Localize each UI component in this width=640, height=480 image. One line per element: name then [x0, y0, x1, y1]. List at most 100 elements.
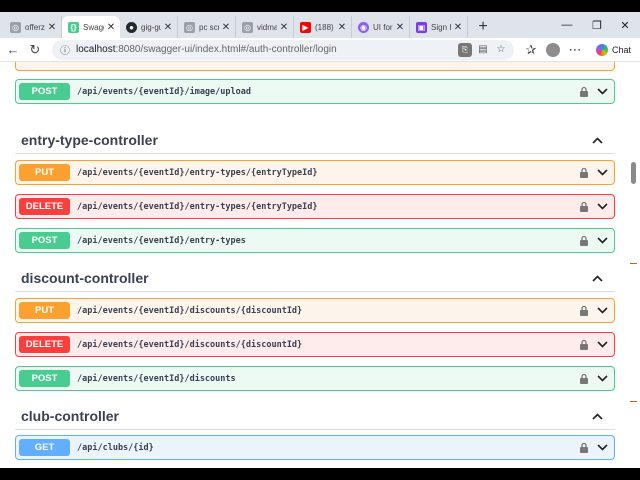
- search-icon: ◎: [184, 21, 195, 33]
- method-badge: DELETE: [19, 336, 70, 353]
- close-icon[interactable]: ✕: [395, 22, 405, 33]
- tag-title: entry-type-controller: [21, 132, 158, 148]
- info-icon[interactable]: ⓘ: [58, 43, 72, 57]
- chevron-down-icon[interactable]: [596, 167, 608, 179]
- chevron-up-icon[interactable]: [591, 410, 603, 422]
- close-icon[interactable]: ✕: [279, 22, 289, 33]
- operation-path: /api/events/{eventId}/discounts/{discoun…: [77, 339, 303, 350]
- close-icon[interactable]: ✕: [453, 22, 463, 33]
- back-button[interactable]: ←: [2, 39, 24, 61]
- browser-tab-ui-for[interactable]: ◉ UI for A ✕: [352, 16, 410, 38]
- browser-window: ◎ offerze ✕ {} Swagger ✕ ● gig-gui ✕ ◎ p…: [0, 12, 640, 468]
- chevron-down-icon[interactable]: [596, 235, 608, 247]
- lock-icon[interactable]: [578, 201, 590, 213]
- url-text[interactable]: localhost:8080/swagger-ui/index.html#/au…: [76, 44, 454, 55]
- operation-post-discounts[interactable]: POST /api/events/{eventId}/discounts: [15, 366, 615, 391]
- operation-post-entry-types[interactable]: POST /api/events/{eventId}/entry-types: [15, 228, 615, 253]
- operation-cut-off[interactable]: [15, 62, 615, 71]
- lock-icon[interactable]: [578, 86, 590, 98]
- chevron-down-icon[interactable]: [596, 86, 608, 98]
- favorites-icon[interactable]: ✰: [520, 39, 542, 61]
- chat-label: Chat: [612, 44, 632, 55]
- chevron-down-icon[interactable]: [596, 373, 608, 385]
- reader-icon[interactable]: ▤: [476, 43, 490, 57]
- profile-avatar[interactable]: [542, 39, 564, 61]
- browser-tab-pc-screen[interactable]: ◎ pc scre ✕: [178, 16, 236, 38]
- tag-title: discount-controller: [21, 270, 149, 286]
- close-icon[interactable]: ✕: [221, 22, 231, 33]
- search-icon: ◎: [242, 21, 253, 33]
- method-badge: DELETE: [19, 198, 70, 215]
- lock-icon[interactable]: [578, 373, 590, 385]
- operation-path: /api/events/{eventId}/entry-types: [77, 235, 246, 246]
- youtube-icon: ▶: [300, 21, 311, 33]
- tab-title: gig-gui: [141, 22, 161, 32]
- more-menu-icon[interactable]: ⋯: [564, 39, 586, 61]
- tab-strip: ◎ offerze ✕ {} Swagger ✕ ● gig-gui ✕ ◎ p…: [0, 12, 640, 38]
- tab-title: pc scre: [199, 22, 219, 32]
- browser-tab-sign-in[interactable]: ▣ Sign In ✕: [410, 16, 468, 38]
- close-icon[interactable]: ✕: [163, 22, 173, 33]
- tag-section-entry-type-controller[interactable]: entry-type-controller: [21, 125, 603, 155]
- tag-section-discount-controller[interactable]: discount-controller: [21, 263, 603, 293]
- method-badge: POST: [19, 370, 70, 387]
- tab-title: vidmat: [257, 22, 277, 32]
- translate-icon[interactable]: ⎘: [458, 42, 472, 57]
- chevron-up-icon[interactable]: [591, 272, 603, 284]
- operation-path: /api/events/{eventId}/discounts: [77, 373, 236, 384]
- operation-put-discount[interactable]: PUT /api/events/{eventId}/discounts/{dis…: [15, 298, 615, 323]
- method-badge: POST: [19, 232, 70, 249]
- lock-icon[interactable]: [578, 339, 590, 351]
- browser-toolbar: ← ↻ ⓘ localhost:8080/swagger-ui/index.ht…: [0, 38, 640, 62]
- close-icon[interactable]: ✕: [47, 22, 57, 33]
- chevron-down-icon[interactable]: [596, 305, 608, 317]
- close-icon[interactable]: ✕: [337, 22, 347, 33]
- tab-title: (188) s: [315, 22, 335, 32]
- copilot-icon: [596, 43, 608, 56]
- scrollbar-thumb[interactable]: [631, 162, 636, 184]
- scroll-marker: [630, 263, 637, 264]
- favorite-star-icon[interactable]: ☆: [494, 43, 508, 57]
- tag-section-club-controller[interactable]: club-controller: [21, 401, 603, 431]
- tab-title: Sign In: [431, 22, 451, 32]
- lock-icon[interactable]: [578, 442, 590, 454]
- reload-button[interactable]: ↻: [24, 39, 46, 61]
- operation-delete-discount[interactable]: DELETE /api/events/{eventId}/discounts/{…: [15, 332, 615, 357]
- minimize-button[interactable]: —: [552, 12, 582, 38]
- tag-divider: [15, 153, 615, 154]
- operation-put-entry-type[interactable]: PUT /api/events/{eventId}/entry-types/{e…: [15, 160, 615, 185]
- operation-delete-entry-type[interactable]: DELETE /api/events/{eventId}/entry-types…: [15, 194, 615, 219]
- browser-tab-swagger[interactable]: {} Swagger ✕: [62, 16, 120, 38]
- close-icon[interactable]: ✕: [106, 22, 116, 33]
- operation-path: /api/events/{eventId}/image/upload: [77, 86, 251, 97]
- browser-tab-vidmat[interactable]: ◎ vidmat ✕: [236, 16, 294, 38]
- lock-icon[interactable]: [578, 167, 590, 179]
- address-bar[interactable]: ⓘ localhost:8080/swagger-ui/index.html#/…: [52, 39, 514, 60]
- chevron-down-icon[interactable]: [596, 201, 608, 213]
- chevron-up-icon[interactable]: [591, 134, 603, 146]
- method-badge: POST: [19, 83, 70, 100]
- github-icon: ●: [126, 21, 137, 33]
- operation-post-image-upload[interactable]: POST /api/events/{eventId}/image/upload: [15, 79, 615, 104]
- tab-title: Swagger: [83, 22, 104, 32]
- copilot-chat-button[interactable]: Chat: [590, 41, 637, 59]
- maximize-button[interactable]: ❐: [582, 12, 612, 38]
- operation-path: /api/events/{eventId}/discounts/{discoun…: [77, 305, 303, 316]
- browser-tab-youtube[interactable]: ▶ (188) s ✕: [294, 16, 352, 38]
- lock-icon[interactable]: [578, 235, 590, 247]
- tab-title: offerze: [25, 22, 45, 32]
- globe-icon: ◎: [10, 21, 21, 33]
- tag-title: club-controller: [21, 408, 120, 424]
- operation-path: /api/events/{eventId}/entry-types/{entry…: [77, 167, 318, 178]
- page-scrollbar[interactable]: [628, 62, 640, 468]
- chevron-down-icon[interactable]: [596, 442, 608, 454]
- browser-tab-github[interactable]: ● gig-gui ✕: [120, 16, 178, 38]
- tag-divider: [15, 429, 615, 430]
- close-window-button[interactable]: ✕: [610, 12, 640, 38]
- lock-icon[interactable]: [578, 305, 590, 317]
- chevron-down-icon[interactable]: [596, 339, 608, 351]
- new-tab-button[interactable]: +: [472, 16, 494, 38]
- operation-get-club[interactable]: GET /api/clubs/{id}: [15, 435, 615, 460]
- operation-path: /api/clubs/{id}: [77, 442, 154, 453]
- browser-tab-offerze[interactable]: ◎ offerze ✕: [4, 16, 62, 38]
